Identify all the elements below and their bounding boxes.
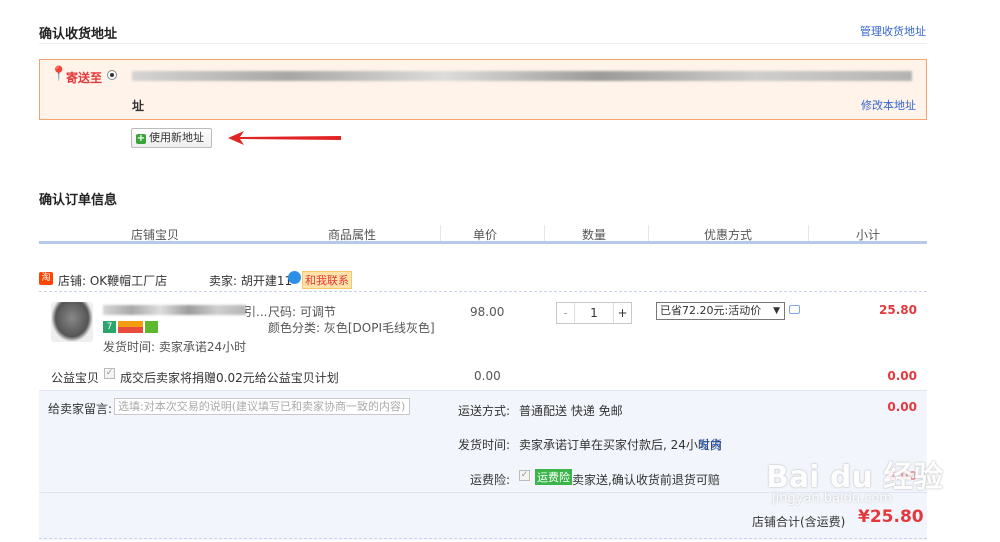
discount-select-value: 已省72.20元:活动价	[660, 304, 762, 317]
item-size: 尺码: 可调节	[268, 305, 336, 319]
service-badge-shield	[145, 321, 158, 333]
qty-input[interactable]: 1	[575, 303, 613, 323]
header-divider	[440, 225, 441, 241]
shipping-value: 普通配送 快递 免邮	[519, 404, 623, 418]
baidu-watermark-url: jingyan.baidu.com	[772, 491, 892, 506]
shipping-subtotal: 0.00	[887, 400, 917, 414]
product-thumbnail[interactable]	[51, 302, 93, 342]
product-title-ellipsis: 引...	[244, 305, 268, 319]
address-line2: 址	[132, 99, 145, 113]
delivery-time-link[interactable]: 发货	[698, 436, 722, 453]
contact-seller-button[interactable]: 和我联系	[302, 271, 352, 289]
seller-name[interactable]: 卖家: 胡开建11	[209, 272, 292, 289]
item-ship-time: 发货时间: 卖家承诺24小时	[103, 340, 247, 354]
plus-icon: +	[136, 133, 146, 144]
ship-to-label: 寄送至	[66, 71, 103, 85]
shop-total-label: 店铺合计(含运费)	[752, 515, 846, 529]
manage-line	[39, 43, 927, 44]
message-placeholder: 选填:对本次交易的说明(建议填写已和卖家协商一致的内容)	[118, 400, 406, 413]
edit-address-link[interactable]: 修改本地址	[861, 97, 916, 113]
item-color: 颜色分类: 灰色[DOPI毛线灰色]	[268, 321, 435, 335]
service-badge-card	[118, 321, 143, 333]
message-label: 给卖家留言:	[48, 402, 113, 416]
header-divider	[648, 225, 649, 241]
insurance-checkbox[interactable]: ✓	[519, 470, 530, 481]
charity-checkbox[interactable]: ✓	[104, 368, 115, 379]
address-blurred-text	[132, 71, 912, 81]
discount-select[interactable]: 已省72.20元:活动价 ▼	[656, 302, 785, 320]
order-section-title: 确认订单信息	[39, 193, 118, 208]
quantity-stepper[interactable]: - 1 +	[556, 302, 632, 324]
selected-address-card[interactable]: 📍 寄送至 址 修改本地址	[39, 59, 927, 120]
address-radio[interactable]	[107, 70, 117, 80]
wangwang-icon[interactable]	[288, 271, 301, 284]
message-to-seller-input[interactable]: 选填:对本次交易的说明(建议填写已和卖家协商一致的内容)	[114, 398, 410, 415]
bottom-border	[39, 538, 927, 539]
delivery-time-label: 发货时间:	[458, 438, 511, 452]
header-divider	[808, 225, 809, 241]
charity-price: 0.00	[474, 369, 501, 383]
location-pin-icon: 📍	[50, 66, 68, 82]
red-arrow-annotation	[228, 131, 341, 145]
chevron-down-icon: ▼	[773, 306, 780, 316]
service-badge-7day: 7	[103, 321, 116, 333]
charity-subtotal: 0.00	[887, 369, 917, 383]
comment-icon[interactable]	[789, 305, 800, 314]
baidu-watermark-logo: Bai du 经验	[766, 460, 944, 495]
item-price: 98.00	[470, 305, 505, 319]
item-subtotal: 25.80	[879, 303, 917, 317]
shipping-label: 运送方式:	[458, 404, 511, 418]
insurance-badge: 运费险	[535, 469, 572, 485]
charity-label: 公益宝贝	[51, 371, 100, 385]
insurance-label: 运费险:	[470, 473, 511, 487]
qty-plus-button[interactable]: +	[613, 303, 631, 323]
insurance-value: 卖家送,确认收货前退货可赔	[572, 473, 720, 487]
row-divider	[39, 291, 927, 292]
product-title-blurred	[103, 305, 246, 315]
shop-name[interactable]: 店铺: OK鞭帽工厂店	[58, 272, 167, 289]
use-new-address-label: 使用新地址	[149, 131, 204, 144]
header-underline	[39, 241, 927, 244]
taobao-shop-icon: 淘	[39, 272, 53, 285]
qty-minus-button[interactable]: -	[557, 303, 575, 323]
manage-address-link[interactable]: 管理收货地址	[860, 23, 926, 39]
address-section-title: 确认收货地址	[39, 27, 118, 42]
shop-total-value: ¥25.80	[858, 507, 924, 527]
delivery-time-value: 卖家承诺订单在买家付款后, 24小时内	[519, 438, 722, 452]
header-divider	[544, 225, 545, 241]
charity-text: 成交后卖家将捐赠0.02元给公益宝贝计划	[120, 371, 339, 385]
use-new-address-button[interactable]: + 使用新地址	[131, 128, 212, 148]
